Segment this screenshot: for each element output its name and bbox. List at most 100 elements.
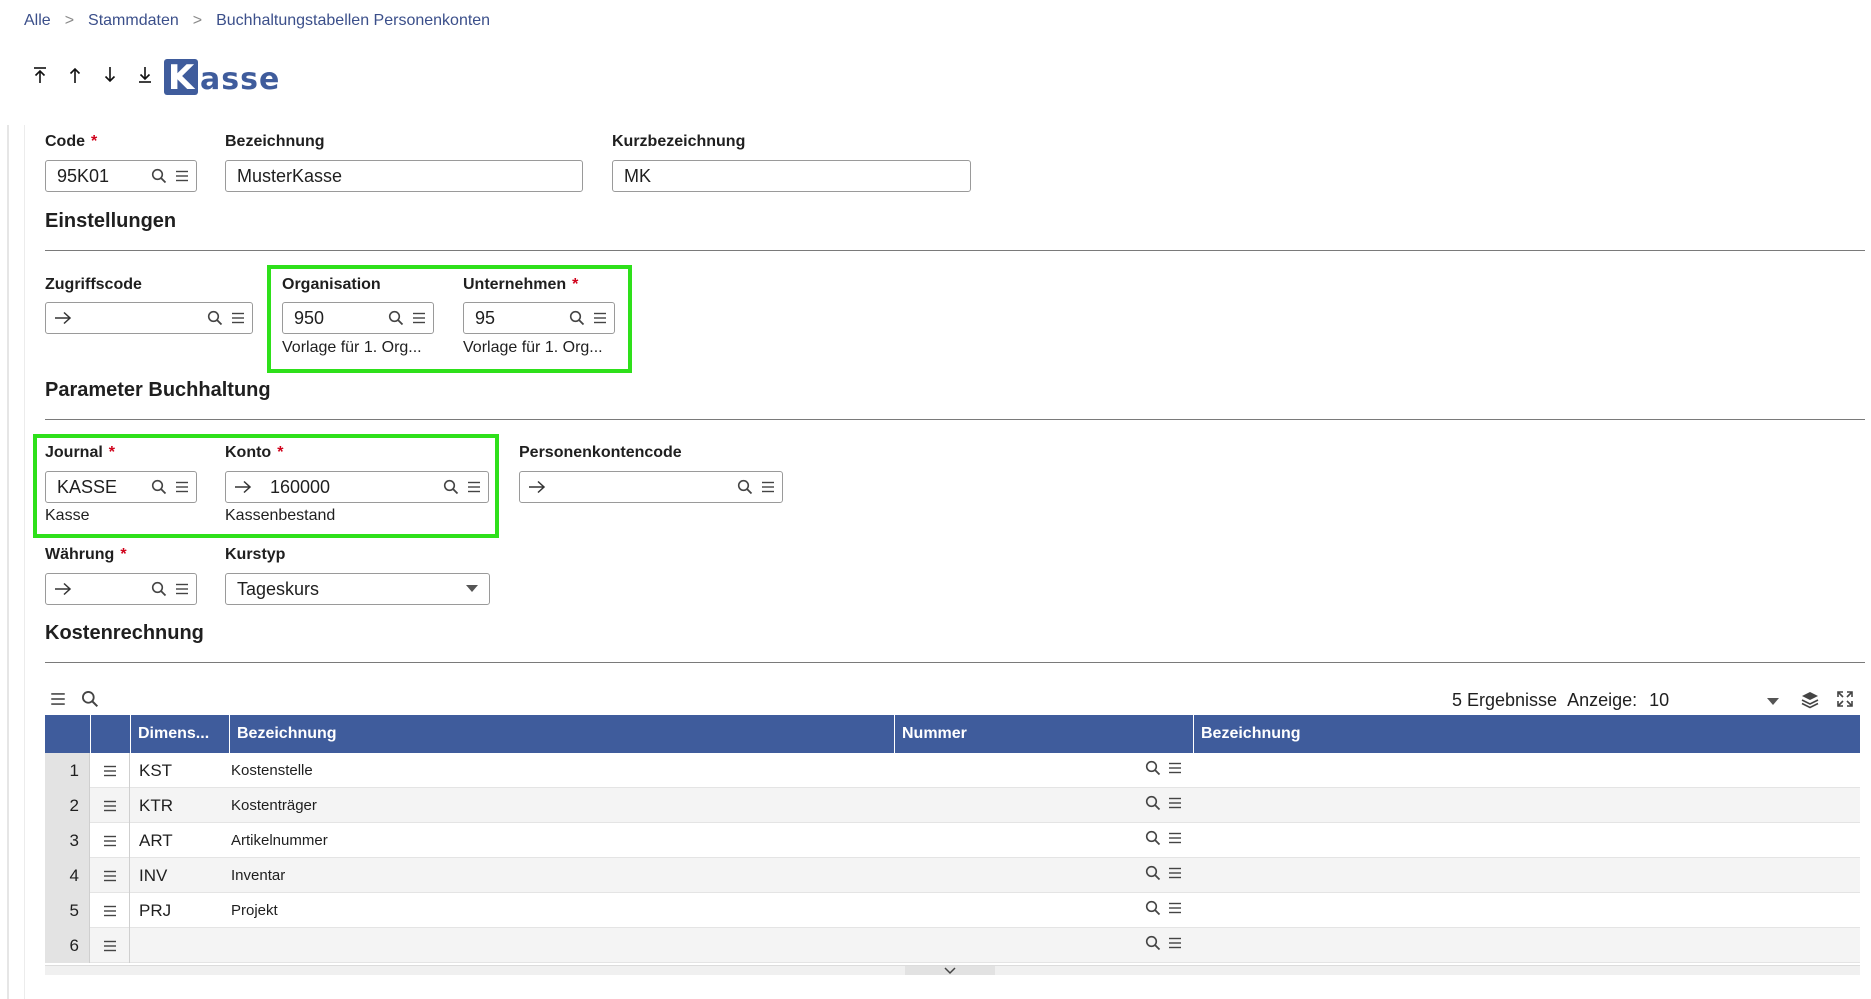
header-bezeichnung-2[interactable]: Bezeichnung: [1193, 715, 1860, 753]
table-row[interactable]: 3 ART Artikelnummer: [45, 823, 1860, 858]
arrow-right-icon[interactable]: [54, 311, 74, 325]
kurzbezeichnung-value[interactable]: MK: [613, 166, 970, 187]
search-icon[interactable]: [1145, 865, 1161, 886]
cell-bezeichnung[interactable]: Projekt: [231, 893, 278, 928]
menu-icon[interactable]: [591, 309, 609, 327]
row-menu-icon[interactable]: [90, 753, 130, 788]
cell-bezeichnung[interactable]: Kostenträger: [231, 788, 317, 823]
kurstyp-select[interactable]: Tageskurs: [225, 573, 490, 605]
code-value[interactable]: 95K01: [46, 166, 150, 187]
menu-icon[interactable]: [1167, 865, 1183, 886]
last-record-button[interactable]: [127, 62, 162, 88]
menu-icon[interactable]: [173, 478, 191, 496]
row-menu-icon[interactable]: [90, 788, 130, 823]
cell-nummer[interactable]: [1145, 753, 1183, 788]
search-icon[interactable]: [1145, 795, 1161, 816]
search-icon[interactable]: [1145, 935, 1161, 956]
search-icon[interactable]: [150, 478, 168, 496]
kurstyp-value[interactable]: Tageskurs: [226, 579, 463, 600]
table-row[interactable]: 5 PRJ Projekt: [45, 893, 1860, 928]
cell-nummer[interactable]: [1145, 893, 1183, 928]
menu-icon[interactable]: [465, 478, 483, 496]
page-size-dropdown-icon[interactable]: [1767, 693, 1779, 711]
search-icon[interactable]: [1145, 900, 1161, 921]
konto-value[interactable]: 160000: [254, 477, 442, 498]
arrow-right-icon[interactable]: [234, 480, 254, 494]
menu-icon[interactable]: [173, 580, 191, 598]
unternehmen-field[interactable]: 95: [463, 302, 615, 334]
expand-icon[interactable]: [1836, 690, 1854, 713]
arrow-right-icon[interactable]: [54, 582, 74, 596]
code-field[interactable]: 95K01: [45, 160, 197, 192]
menu-icon[interactable]: [1167, 830, 1183, 851]
table-search-icon[interactable]: [81, 690, 99, 713]
table-row[interactable]: 1 KST Kostenstelle: [45, 753, 1860, 788]
menu-icon[interactable]: [1167, 935, 1183, 956]
horizontal-scrollbar[interactable]: [45, 965, 1860, 975]
menu-icon[interactable]: [1167, 795, 1183, 816]
search-icon[interactable]: [150, 167, 168, 185]
search-icon[interactable]: [736, 478, 754, 496]
journal-field[interactable]: KASSE: [45, 471, 197, 503]
cell-dimension[interactable]: KTR: [139, 788, 173, 823]
search-icon[interactable]: [206, 309, 224, 327]
search-icon[interactable]: [442, 478, 460, 496]
cell-nummer[interactable]: [1145, 788, 1183, 823]
dropdown-caret-icon[interactable]: [463, 580, 481, 598]
row-menu-icon[interactable]: [90, 893, 130, 928]
table-row[interactable]: 2 KTR Kostenträger: [45, 788, 1860, 823]
bezeichnung-input[interactable]: MusterKasse: [225, 160, 583, 192]
breadcrumb-item-stammdaten[interactable]: Stammdaten: [88, 12, 179, 30]
page-size-value[interactable]: 10: [1649, 690, 1669, 711]
cell-nummer[interactable]: [1145, 928, 1183, 963]
search-icon[interactable]: [1145, 830, 1161, 851]
search-icon[interactable]: [150, 580, 168, 598]
row-menu-icon[interactable]: [90, 823, 130, 858]
personenkontencode-field[interactable]: [519, 471, 783, 503]
arrow-right-icon[interactable]: [528, 480, 548, 494]
next-record-button[interactable]: [92, 62, 127, 88]
cell-bezeichnung[interactable]: Artikelnummer: [231, 823, 328, 858]
menu-icon[interactable]: [173, 167, 191, 185]
waehrung-field[interactable]: [45, 573, 197, 605]
cell-dimension[interactable]: ART: [139, 823, 173, 858]
kurzbezeichnung-input[interactable]: MK: [612, 160, 971, 192]
previous-record-button[interactable]: [57, 62, 92, 88]
table-row[interactable]: 4 INV Inventar: [45, 858, 1860, 893]
konto-field[interactable]: 160000: [225, 471, 489, 503]
table-menu-icon[interactable]: [48, 690, 68, 713]
unternehmen-value[interactable]: 95: [464, 308, 568, 329]
organisation-value[interactable]: 950: [283, 308, 387, 329]
menu-icon[interactable]: [1167, 900, 1183, 921]
header-bezeichnung[interactable]: Bezeichnung: [229, 715, 894, 753]
cell-nummer[interactable]: [1145, 858, 1183, 893]
layers-icon[interactable]: [1800, 690, 1820, 715]
journal-value[interactable]: KASSE: [46, 477, 150, 498]
bezeichnung-value[interactable]: MusterKasse: [226, 166, 582, 187]
menu-icon[interactable]: [1167, 760, 1183, 781]
organisation-field[interactable]: 950: [282, 302, 434, 334]
menu-icon[interactable]: [759, 478, 777, 496]
cell-bezeichnung[interactable]: Inventar: [231, 858, 285, 893]
search-icon[interactable]: [387, 309, 405, 327]
cell-bezeichnung[interactable]: Kostenstelle: [231, 753, 313, 788]
search-icon[interactable]: [568, 309, 586, 327]
table-row[interactable]: 6: [45, 928, 1860, 963]
first-record-button[interactable]: [22, 62, 57, 88]
cell-dimension[interactable]: PRJ: [139, 893, 171, 928]
menu-icon[interactable]: [410, 309, 428, 327]
zugriffscode-field[interactable]: [45, 302, 253, 334]
row-menu-icon[interactable]: [90, 858, 130, 893]
cell-dimension[interactable]: KST: [139, 753, 172, 788]
header-nummer[interactable]: Nummer: [894, 715, 1193, 753]
breadcrumb-item-current[interactable]: Buchhaltungstabellen Personenkonten: [216, 12, 490, 30]
menu-icon[interactable]: [229, 309, 247, 327]
cell-nummer[interactable]: [1145, 823, 1183, 858]
scrollbar-thumb[interactable]: [905, 966, 995, 975]
header-dimension[interactable]: Dimens...: [130, 715, 229, 753]
row-menu-icon[interactable]: [90, 928, 130, 963]
breadcrumb-item-alle[interactable]: Alle: [24, 12, 51, 30]
search-icon[interactable]: [1145, 760, 1161, 781]
cell-dimension[interactable]: INV: [139, 858, 167, 893]
record-navigation: [22, 62, 162, 88]
